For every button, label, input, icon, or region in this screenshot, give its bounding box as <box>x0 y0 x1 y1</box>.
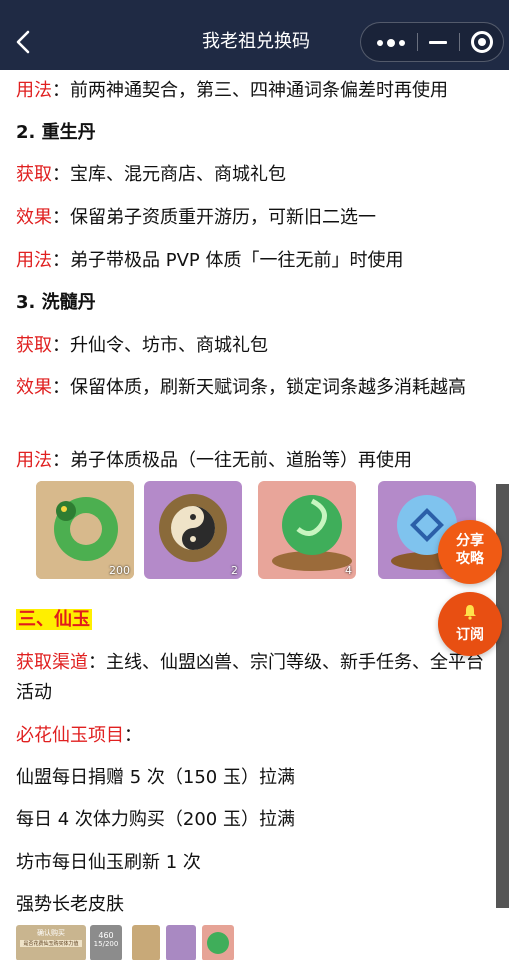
dot-icon <box>387 39 395 47</box>
yin-yang-ring-icon: 2 <box>144 481 242 579</box>
usage-text: ：前两神通契合，第三、四神通词条偏差时再使用 <box>52 80 448 101</box>
obtain-label: 获取 <box>16 164 52 185</box>
miniprogram-capsule <box>360 22 504 62</box>
subscribe-button[interactable]: 订阅 <box>438 592 502 656</box>
chevron-left-icon <box>16 30 30 54</box>
thumb-scroll <box>132 925 160 960</box>
list-item: 强势长老皮肤 <box>16 894 124 915</box>
share-label-line1: 分享 <box>456 533 484 549</box>
thumb-confirm-purchase: 确认购买 是否花费仙玉购买体力值 <box>16 925 86 960</box>
thumb-subcaption: 15/200 <box>93 940 119 948</box>
item-count: 2 <box>231 564 238 577</box>
item-heading: 2. 重生丹 <box>16 122 96 143</box>
must-spend-colon: ： <box>124 725 142 746</box>
must-spend-label: 必花仙玉项目 <box>16 725 124 746</box>
thumb-subcaption: 是否花费仙玉购买体力值 <box>20 940 82 947</box>
thumbnail-strip: 确认购买 是否花费仙玉购买体力值 460 15/200 <box>16 925 236 960</box>
effect-label: 效果 <box>16 207 52 228</box>
top-nav-bar: 我老祖兑换码 <box>0 0 509 70</box>
green-vortex-pill-icon: 4 <box>258 481 356 579</box>
list-item: 坊市每日仙玉刷新 1 次 <box>16 852 201 873</box>
item-count: 200 <box>109 564 130 577</box>
minus-icon <box>429 41 447 44</box>
usage-line: 用法：前两神通契合，第三、四神通词条偏差时再使用 <box>16 76 448 106</box>
list-item: 仙盟每日捐赠 5 次（150 玉）拉满 <box>16 767 295 788</box>
effect-line: 效果：保留弟子资质重开游历，可新旧二选一 <box>16 203 376 233</box>
capsule-divider <box>459 33 460 51</box>
section-title-highlight: 三、仙玉 <box>16 609 92 630</box>
obtain-text: ：升仙令、坊市、商城礼包 <box>52 335 268 356</box>
back-button[interactable] <box>12 28 36 56</box>
usage-label: 用法 <box>16 250 52 271</box>
obtain-channels-label: 获取渠道 <box>16 652 88 673</box>
effect-label: 效果 <box>16 377 52 398</box>
close-miniprogram-button[interactable] <box>461 23 503 61</box>
thumb-green-item <box>202 925 234 960</box>
share-label-line2: 攻略 <box>456 551 484 567</box>
item-count: 4 <box>345 564 352 577</box>
item-heading: 3. 洗髓丹 <box>16 292 96 313</box>
obtain-line: 获取：宝库、混元商店、商城礼包 <box>16 160 286 190</box>
usage-line: 用法：弟子体质极品（一往无前、道胎等）再使用 <box>16 446 412 476</box>
obtain-label: 获取 <box>16 335 52 356</box>
obtain-text: ：宝库、混元商店、商城礼包 <box>52 164 286 185</box>
usage-line: 用法：弟子带极品 PVP 体质「一往无前」时使用 <box>16 246 403 276</box>
jade-dragon-ring-icon: 200 <box>36 481 134 579</box>
usage-text: ：弟子带极品 PVP 体质「一往无前」时使用 <box>52 250 404 271</box>
thumb-counter: 460 15/200 <box>90 925 122 960</box>
obtain-line: 获取：升仙令、坊市、商城礼包 <box>16 331 268 361</box>
usage-label: 用法 <box>16 450 52 471</box>
item-icons-image: 200 2 4 <box>36 481 476 579</box>
thumb-caption: 确认购买 <box>37 929 65 937</box>
thumb-caption: 460 <box>98 931 114 940</box>
share-guide-button[interactable]: 分享 攻略 <box>438 520 502 584</box>
thumb-purple-item <box>166 925 196 960</box>
dot-icon <box>399 40 405 46</box>
list-item: 每日 4 次体力购买（200 玉）拉满 <box>16 809 295 830</box>
must-spend-line: 必花仙玉项目： <box>16 721 142 751</box>
effect-line: 效果：保留体质，刷新天赋词条，锁定词条越多消耗越高 <box>16 373 498 403</box>
dot-icon <box>377 40 383 46</box>
usage-label: 用法 <box>16 80 52 101</box>
page-title: 我老祖兑换码 <box>202 31 310 52</box>
more-options-button[interactable] <box>361 23 417 61</box>
section-heading: 三、仙玉 <box>16 605 92 635</box>
target-dot <box>478 38 486 46</box>
usage-text: ：弟子体质极品（一往无前、道胎等）再使用 <box>52 450 412 471</box>
minimize-button[interactable] <box>417 23 457 61</box>
effect-text: ：保留体质，刷新天赋词条，锁定词条越多消耗越高 <box>52 377 466 398</box>
bell-icon <box>464 605 476 620</box>
obtain-channels-line: 获取渠道：主线、仙盟凶兽、宗门等级、新手任务、全平台活动 <box>16 648 498 708</box>
subscribe-label: 订阅 <box>456 627 484 643</box>
effect-text: ：保留弟子资质重开游历，可新旧二选一 <box>52 207 376 228</box>
